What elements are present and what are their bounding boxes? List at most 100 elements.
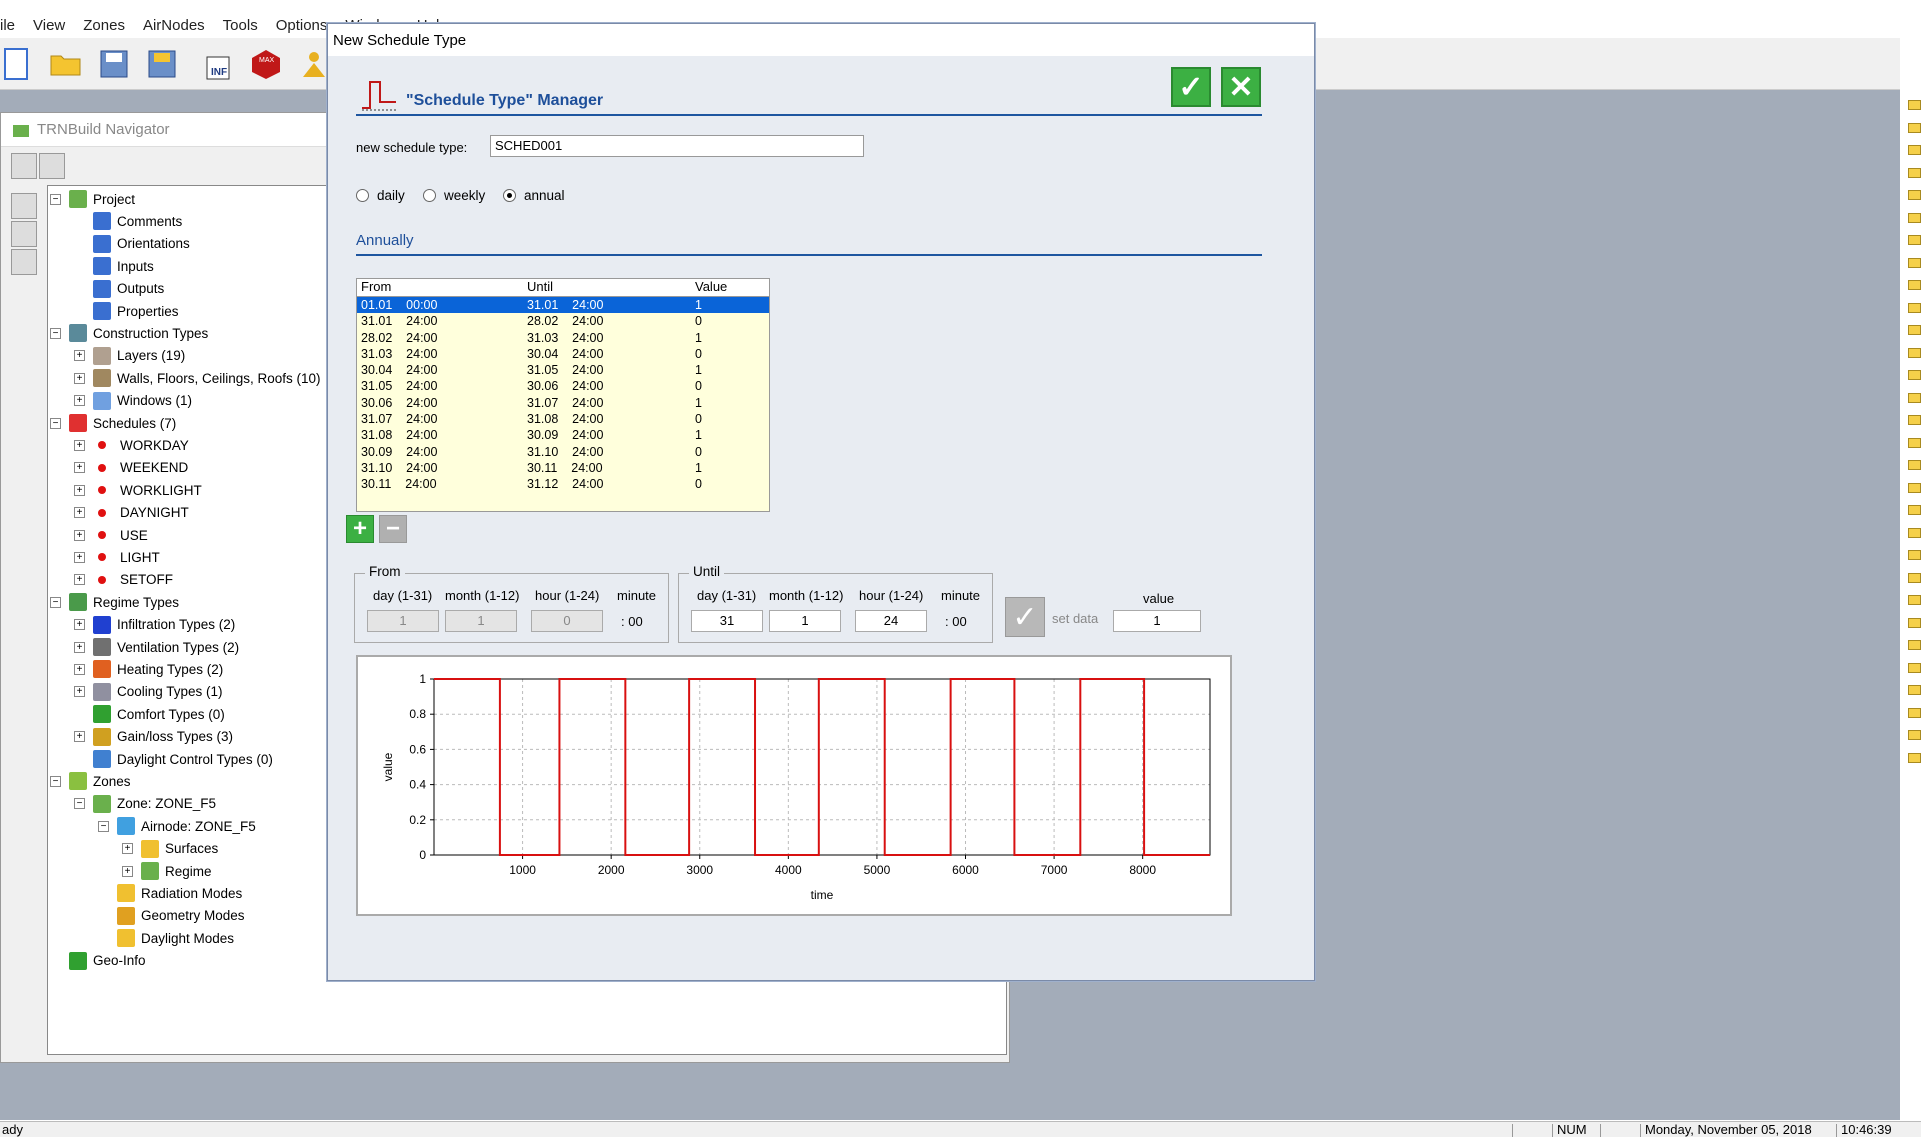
tree-item[interactable]: + Walls, Floors, Ceilings, Roofs (10): [74, 367, 321, 389]
tree-item[interactable]: + Windows (1): [74, 390, 192, 412]
tree-item[interactable]: Daylight Modes: [98, 927, 234, 949]
open-folder-icon[interactable]: [48, 46, 84, 82]
from-month-input[interactable]: 1: [445, 610, 517, 632]
tree-expander-icon[interactable]: +: [74, 574, 85, 586]
table-row[interactable]: 30.04 24:00 31.05 24:00 1: [357, 362, 769, 378]
tree-item[interactable]: + Regime: [122, 860, 212, 882]
table-row[interactable]: 28.02 24:00 31.03 24:00 1: [357, 330, 769, 346]
menu-item[interactable]: AirNodes: [143, 17, 205, 34]
tree-expander-icon[interactable]: +: [74, 731, 85, 743]
tree-expander-icon[interactable]: +: [74, 350, 85, 362]
tree-item[interactable]: Geo-Info: [50, 950, 146, 972]
tree-item[interactable]: + DAYNIGHT: [74, 502, 189, 524]
tree-item[interactable]: + WORKLIGHT: [74, 479, 202, 501]
until-month-input[interactable]: 1: [769, 610, 841, 632]
table-row[interactable]: 31.07 24:00 31.08 24:00 0: [357, 411, 769, 427]
table-row[interactable]: 30.09 24:00 31.10 24:00 0: [357, 444, 769, 460]
zoom-icon[interactable]: [11, 193, 37, 219]
table-row[interactable]: 30.11 24:00 31.12 24:00 0: [357, 476, 769, 492]
table-row[interactable]: 31.08 24:00 30.09 24:00 1: [357, 427, 769, 443]
tree-expander-icon[interactable]: −: [50, 775, 61, 787]
tree-expander-icon[interactable]: +: [74, 507, 85, 519]
col-from[interactable]: From: [357, 279, 527, 296]
tree-item[interactable]: + WORKDAY: [74, 434, 189, 456]
tree-item[interactable]: + USE: [74, 524, 148, 546]
tree-item[interactable]: Radiation Modes: [98, 882, 242, 904]
tree-item[interactable]: + LIGHT: [74, 546, 160, 568]
menu-item[interactable]: Options: [276, 17, 328, 34]
menu-item[interactable]: Zones: [83, 17, 125, 34]
tree-item[interactable]: Inputs: [74, 255, 154, 277]
until-hour-input[interactable]: 24: [855, 610, 927, 632]
tree-item[interactable]: + Surfaces: [122, 838, 218, 860]
menu-item[interactable]: ile: [0, 17, 15, 34]
tree-item[interactable]: Comments: [74, 210, 182, 232]
tree-expander-icon[interactable]: −: [50, 417, 61, 429]
tree-item[interactable]: Comfort Types (0): [74, 703, 225, 725]
tree-item[interactable]: + Ventilation Types (2): [74, 636, 239, 658]
tree-expander-icon[interactable]: +: [74, 529, 85, 541]
remove-row-button[interactable]: −: [379, 515, 407, 543]
tree-expander-icon[interactable]: +: [74, 551, 85, 563]
table-row[interactable]: 30.06 24:00 31.07 24:00 1: [357, 395, 769, 411]
tree-item[interactable]: Geometry Modes: [98, 905, 245, 927]
save-as-icon[interactable]: [144, 46, 180, 82]
col-until[interactable]: Until: [527, 279, 695, 296]
expand-all-icon[interactable]: [11, 153, 37, 179]
tree-expander-icon[interactable]: +: [74, 686, 85, 698]
tree-expander-icon[interactable]: −: [74, 798, 85, 810]
tree-expander-icon[interactable]: −: [50, 596, 61, 608]
tree-expander-icon[interactable]: +: [74, 663, 85, 675]
tree-item[interactable]: Outputs: [74, 278, 164, 300]
table-row[interactable]: 31.01 24:00 28.02 24:00 0: [357, 313, 769, 329]
from-day-input[interactable]: 1: [367, 610, 439, 632]
tree-item[interactable]: − Zones: [50, 770, 131, 792]
ok-button[interactable]: ✓: [1171, 67, 1211, 107]
tree-expander-icon[interactable]: −: [50, 193, 61, 205]
tree-item[interactable]: − Construction Types: [50, 322, 208, 344]
tree-item[interactable]: + Cooling Types (1): [74, 681, 223, 703]
cancel-button[interactable]: ✕: [1221, 67, 1261, 107]
value-input[interactable]: 1: [1113, 610, 1201, 632]
tree-expander-icon[interactable]: +: [74, 641, 85, 653]
add-row-button[interactable]: +: [346, 515, 374, 543]
tree-expander-icon[interactable]: +: [74, 619, 85, 631]
tree-item[interactable]: Properties: [74, 300, 179, 322]
tree-expander-icon[interactable]: +: [122, 865, 133, 877]
table-row[interactable]: 01.01 00:00 31.01 24:00 1: [357, 297, 769, 314]
table-row[interactable]: 31.10 24:00 30.11 24:00 1: [357, 460, 769, 476]
inf-export-icon[interactable]: INF: [200, 46, 236, 82]
tree-item[interactable]: + SETOFF: [74, 569, 173, 591]
tree-item[interactable]: Orientations: [74, 233, 190, 255]
tree-expander-icon[interactable]: +: [74, 462, 85, 474]
tree-expander-icon[interactable]: −: [50, 327, 61, 339]
tree-expander-icon[interactable]: −: [98, 820, 109, 832]
tree-item[interactable]: + Infiltration Types (2): [74, 614, 235, 636]
tree-item[interactable]: − Regime Types: [50, 591, 179, 613]
radio-annual[interactable]: annual: [503, 188, 565, 203]
col-value[interactable]: Value: [695, 279, 765, 296]
tree-expander-icon[interactable]: +: [74, 395, 85, 407]
tree-item[interactable]: + WEEKEND: [74, 457, 188, 479]
save-icon[interactable]: [96, 46, 132, 82]
tree-item[interactable]: − Schedules (7): [50, 412, 176, 434]
tree-expander-icon[interactable]: +: [122, 843, 133, 855]
tree-expander-icon[interactable]: +: [74, 372, 85, 384]
tree-item[interactable]: + Gain/loss Types (3): [74, 726, 233, 748]
until-day-input[interactable]: 31: [691, 610, 763, 632]
tree-item[interactable]: − Airnode: ZONE_F5: [98, 815, 256, 837]
table-row[interactable]: 31.05 24:00 30.06 24:00 0: [357, 378, 769, 394]
menu-item[interactable]: View: [33, 17, 65, 34]
radio-daily[interactable]: daily: [356, 188, 405, 203]
max-icon[interactable]: MAX: [248, 46, 284, 82]
zoom-out-icon[interactable]: [11, 249, 37, 275]
table-row[interactable]: 31.03 24:00 30.04 24:00 0: [357, 346, 769, 362]
tree-item[interactable]: + Heating Types (2): [74, 658, 223, 680]
new-schedule-type-input[interactable]: SCHED001: [490, 135, 864, 157]
tree-item[interactable]: Daylight Control Types (0): [74, 748, 273, 770]
zoom-in-icon[interactable]: [11, 221, 37, 247]
tree-expander-icon[interactable]: +: [74, 439, 85, 451]
menu-item[interactable]: Tools: [223, 17, 258, 34]
tree-expander-icon[interactable]: +: [74, 484, 85, 496]
schedule-table[interactable]: From Until Value 01.01 00:00 31.01 24:00 1…: [356, 278, 770, 512]
